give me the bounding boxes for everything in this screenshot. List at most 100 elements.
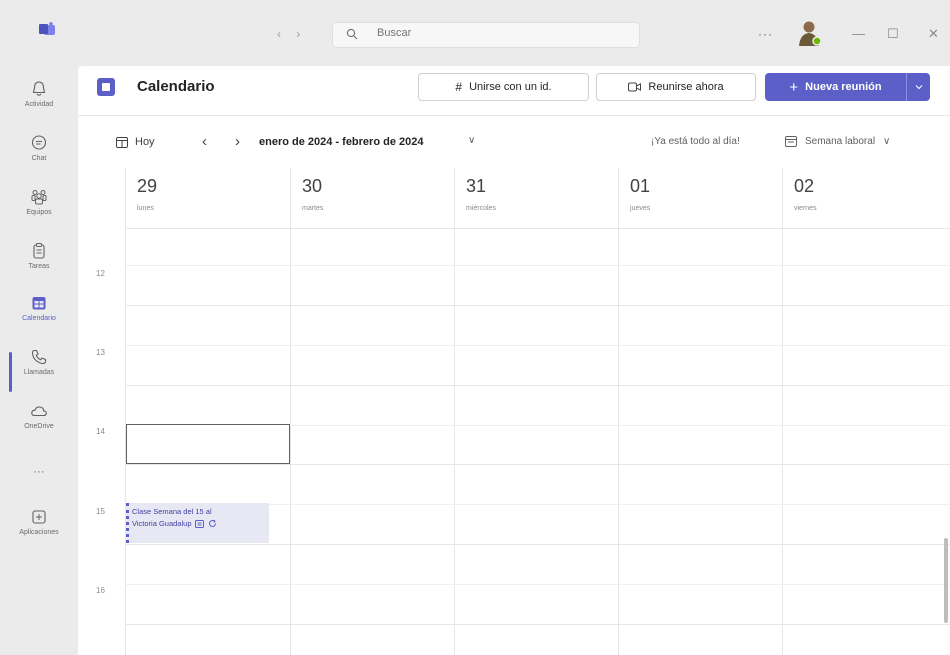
rail-label: Aplicaciones <box>19 529 59 536</box>
hour-label: 12 <box>96 269 105 278</box>
day-name: viernes <box>794 205 817 212</box>
next-week-button[interactable]: › <box>235 133 240 150</box>
rail-item-equipos[interactable]: Equipos <box>0 188 78 216</box>
rail-label: OneDrive <box>24 423 54 430</box>
selected-time-slot[interactable] <box>126 424 290 464</box>
hour-label: 15 <box>96 507 105 516</box>
title-bar: ‹ › ··· — ☐ ✕ <box>0 0 950 66</box>
grid-line <box>454 168 455 655</box>
rail-item-aplicaciones[interactable]: Aplicaciones <box>0 508 78 536</box>
maximize-button[interactable]: ☐ <box>887 26 899 42</box>
join-with-id-label: Unirse con un id. <box>469 81 552 93</box>
grid-line <box>125 544 950 545</box>
day-header[interactable]: 31 miércoles <box>454 168 618 228</box>
day-number: 02 <box>794 176 815 196</box>
date-range-label[interactable]: enero de 2024 - febrero de 2024 <box>259 136 423 148</box>
grid-line <box>125 265 950 266</box>
join-with-id-button[interactable]: # Unirse con un id. <box>418 73 589 101</box>
event-organizer: Victoria Guadalup <box>132 519 192 528</box>
grid-line <box>125 584 950 585</box>
new-meeting-button[interactable]: + Nueva reunión <box>765 73 906 101</box>
grid-line <box>125 305 950 306</box>
rail-label: Equipos <box>26 209 52 216</box>
close-button[interactable]: ✕ <box>928 26 939 42</box>
more-options-button[interactable]: ··· <box>758 27 773 41</box>
day-name: lunes <box>137 205 154 212</box>
day-name: jueves <box>630 205 651 212</box>
day-header[interactable]: 02 viernes <box>782 168 950 228</box>
day-header[interactable]: 30 martes <box>290 168 454 228</box>
history-nav-arrows[interactable]: ‹ › <box>277 27 306 41</box>
rail-item-calendario[interactable]: Calendario <box>0 294 78 322</box>
day-name: martes <box>302 205 324 212</box>
rail-label: Calendario <box>22 315 56 322</box>
calendar-week-icon <box>785 136 797 147</box>
day-number: 29 <box>137 176 158 196</box>
rail-item-onedrive[interactable]: OneDrive <box>0 402 78 430</box>
minimize-button[interactable]: — <box>852 26 865 41</box>
new-meeting-dropdown-button[interactable] <box>906 73 930 101</box>
rail-label: Chat <box>31 155 47 162</box>
today-button[interactable]: Hoy <box>116 136 155 148</box>
plus-icon: + <box>789 78 799 96</box>
meet-now-label: Reunirse ahora <box>648 81 724 93</box>
chevron-down-icon <box>915 85 923 90</box>
rail-item-llamadas[interactable]: Llamadas <box>0 348 78 376</box>
teams-meeting-icon <box>195 519 205 528</box>
grid-line <box>125 168 126 655</box>
more-icon: ··· <box>33 466 45 478</box>
video-camera-icon <box>628 82 642 92</box>
rail-label: Llamadas <box>23 369 55 376</box>
grid-line <box>125 624 950 625</box>
cloud-icon <box>31 406 47 417</box>
chevron-down-icon: ∨ <box>883 135 891 147</box>
calendar-today-icon <box>116 137 128 148</box>
grid-line <box>125 228 950 229</box>
rail-label: Actividad <box>24 101 54 108</box>
teams-logo-icon <box>39 22 55 35</box>
meet-now-button[interactable]: Reunirse ahora <box>596 73 756 101</box>
chat-icon <box>31 135 47 150</box>
chevron-down-icon[interactable]: ∨ <box>468 135 475 146</box>
day-header[interactable]: 01 jueves <box>618 168 782 228</box>
hour-label: 13 <box>96 348 105 357</box>
calendar-event[interactable]: Clase Semana del 15 al Victoria Guadalup <box>126 503 269 543</box>
search-box[interactable] <box>332 22 640 48</box>
rail-label: Tareas <box>28 263 50 270</box>
bell-icon <box>32 81 46 96</box>
rail-item-tareas[interactable]: Tareas <box>0 242 78 270</box>
hour-label: 16 <box>96 586 105 595</box>
view-label: Semana laboral <box>805 135 876 147</box>
today-label: Hoy <box>135 136 155 148</box>
grid-line <box>782 168 783 655</box>
calendar-header: Calendario # Unirse con un id. Reunirse … <box>78 66 950 116</box>
hour-label: 14 <box>96 427 105 436</box>
rail-item-actividad[interactable]: Actividad <box>0 80 78 108</box>
grid-line <box>290 168 291 655</box>
previous-week-button[interactable]: ‹ <box>202 133 207 150</box>
user-avatar[interactable] <box>795 17 823 47</box>
new-meeting-label: Nueva reunión <box>805 81 882 93</box>
page-title: Calendario <box>137 78 215 95</box>
tasks-icon <box>33 243 45 259</box>
hash-icon: # <box>455 80 463 94</box>
app-rail: Actividad Chat Equipos Tareas Calendario… <box>0 66 78 655</box>
view-selector[interactable]: Semana laboral ∨ <box>785 135 890 147</box>
day-header[interactable]: 29 lunes <box>125 168 290 228</box>
phone-icon <box>31 349 47 365</box>
search-input[interactable] <box>377 27 617 39</box>
day-number: 01 <box>630 176 651 196</box>
teams-icon <box>31 190 47 205</box>
day-name: miércoles <box>466 205 496 212</box>
event-details: Victoria Guadalup <box>132 519 269 528</box>
recurring-icon <box>209 519 217 527</box>
rail-item-more[interactable]: ··· <box>0 462 78 480</box>
scrollbar[interactable] <box>944 538 948 623</box>
calendar-icon <box>32 297 46 310</box>
week-grid: 29 lunes 30 martes 31 miércoles 01 jueve… <box>78 168 950 655</box>
grid-line <box>125 345 950 346</box>
rail-item-chat[interactable]: Chat <box>0 134 78 162</box>
grid-line <box>618 168 619 655</box>
status-text: ¡Ya está todo al día! <box>651 136 740 147</box>
search-icon <box>346 28 358 40</box>
